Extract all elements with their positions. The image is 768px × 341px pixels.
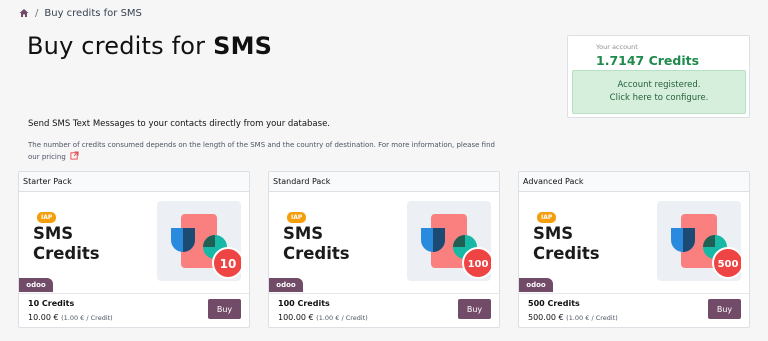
pack-banner: IAP SMS Credits 10 odoo [19,192,249,292]
pack-banner: IAP SMS Credits 500 odoo [519,192,749,292]
sms-line: SMS [283,224,324,243]
pack-price-value: 100.00 € [278,313,314,322]
account-credits: 1.7147 Credits [596,53,700,68]
breadcrumb-current: Buy credits for SMS [44,7,142,19]
odoo-logo: odoo [19,278,53,292]
credits-line: Credits [533,244,600,263]
pack-price-value: 500.00 € [528,313,564,322]
odoo-logo: odoo [519,278,553,292]
pack-footer: 100 Credits 100.00 € (1.00 € / Credit) B… [269,293,499,327]
pack-price: 10.00 € (1.00 € / Credit) [28,313,113,322]
odoo-logo: odoo [269,278,303,292]
pack-card-advanced: Advanced Pack IAP SMS Credits 500 odoo 5… [518,171,750,328]
page-title-bold: SMS [213,32,273,60]
pack-card-standard: Standard Pack IAP SMS Credits 100 odoo 1… [268,171,500,328]
pack-header: Advanced Pack [519,172,749,192]
sms-credits-text: SMS Credits [283,224,350,264]
pack-credits: 10 Credits [28,299,75,308]
buy-button-starter[interactable]: Buy [208,299,241,319]
pack-credits: 100 Credits [278,299,330,308]
sms-line: SMS [533,224,574,243]
home-icon[interactable] [19,8,29,18]
sms-credits-text: SMS Credits [533,224,600,264]
pack-unit-price: (1.00 € / Credit) [566,314,618,322]
breadcrumb: / Buy credits for SMS [19,6,142,20]
account-label: Your account [596,43,638,51]
pack-footer: 10 Credits 10.00 € (1.00 € / Credit) Buy [19,293,249,327]
credits-line: Credits [33,244,100,263]
pack-circle-number: 10 [220,257,237,271]
iap-badge: IAP [37,212,57,223]
pack-footer: 500 Credits 500.00 € (1.00 € / Credit) B… [519,293,749,327]
iap-badge: IAP [537,212,557,223]
pack-credits: 500 Credits [528,299,580,308]
pack-unit-price: (1.00 € / Credit) [61,314,113,322]
buy-button-standard[interactable]: Buy [458,299,491,319]
pack-header: Starter Pack [19,172,249,192]
external-link-icon[interactable] [70,151,79,160]
pricing-note: The number of credits consumed depends o… [28,140,508,163]
page-title-prefix: Buy credits for [27,32,214,60]
pricing-note-text: The number of credits consumed depends o… [28,141,495,161]
sms-logo-icon: 100 [421,214,494,279]
pack-price-value: 10.00 € [28,313,59,322]
pack-price: 500.00 € (1.00 € / Credit) [528,313,618,322]
pack-banner: IAP SMS Credits 100 odoo [269,192,499,292]
sms-illustration: 100 [407,201,494,281]
breadcrumb-separator: / [35,7,39,19]
alert-line-configure: Click here to configure. [609,93,709,103]
intro-text: Send SMS Text Messages to your contacts … [28,119,331,129]
iap-badge: IAP [287,212,307,223]
sms-illustration: 500 [657,201,744,281]
sms-line: SMS [33,224,74,243]
sms-logo-icon: 10 [171,214,244,279]
account-configure-alert[interactable]: Account registered. Click here to config… [572,70,746,114]
pack-price: 100.00 € (1.00 € / Credit) [278,313,368,322]
alert-line-registered: Account registered. [617,80,701,90]
pack-card-starter: Starter Pack IAP SMS Credits 10 odoo 10 … [18,171,250,328]
sms-illustration: 10 [157,201,244,281]
buy-button-advanced[interactable]: Buy [708,299,741,319]
pack-circle-number: 500 [718,259,739,270]
pack-header: Standard Pack [269,172,499,192]
pack-circle-number: 100 [468,259,489,270]
pack-unit-price: (1.00 € / Credit) [316,314,368,322]
account-panel: Your account 1.7147 Credits Account regi… [567,35,750,118]
page-title: Buy credits for SMS [27,32,272,60]
sms-logo-icon: 500 [671,214,744,279]
sms-credits-text: SMS Credits [33,224,100,264]
credits-line: Credits [283,244,350,263]
